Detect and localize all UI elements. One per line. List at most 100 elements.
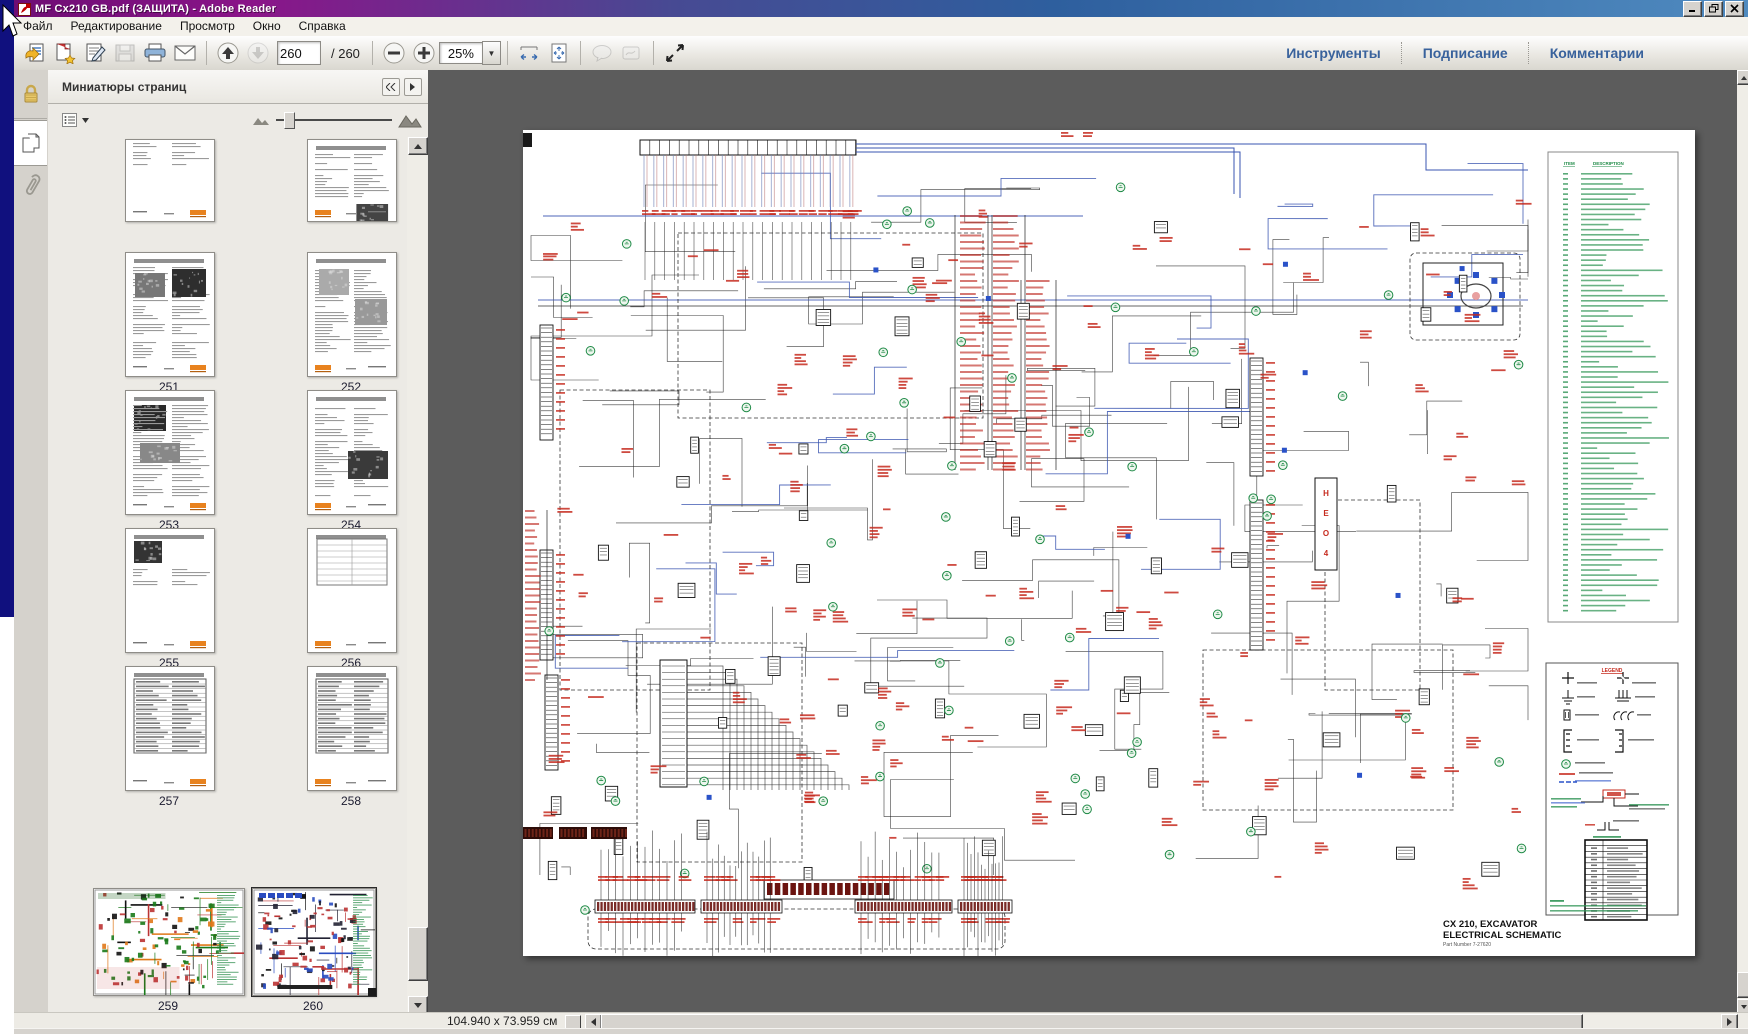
toolbar-separator (653, 41, 654, 65)
comment-button[interactable] (587, 39, 617, 67)
thumbnail-preview (308, 253, 396, 376)
thumbnail-preview (308, 391, 396, 514)
document-vertical-scrollbar[interactable] (1737, 70, 1748, 1012)
close-button[interactable] (1725, 1, 1744, 17)
next-page-button[interactable] (243, 39, 273, 67)
thumbnail-page-252[interactable] (307, 252, 397, 377)
restore-icon (1709, 4, 1719, 13)
small-thumbnails-icon[interactable] (252, 115, 270, 126)
collapse-panel-button[interactable] (382, 78, 400, 96)
menu-help[interactable]: Справка (290, 17, 355, 36)
thumbnail-preview (126, 140, 214, 221)
scroll-thumb[interactable] (408, 927, 428, 981)
toolbar-panes: Инструменты Подписание Комментарии (1266, 36, 1748, 70)
svg-text:LEGEND: LEGEND (1602, 668, 1623, 674)
large-thumbnails-icon[interactable] (398, 113, 422, 128)
print-button[interactable] (140, 39, 170, 67)
restore-button[interactable] (1704, 1, 1723, 17)
thumbnail-options-button[interactable] (60, 110, 90, 130)
chevron-down-icon (82, 118, 89, 123)
scroll-up-button[interactable] (408, 137, 428, 155)
open-button[interactable] (20, 39, 50, 67)
previous-page-button[interactable] (213, 39, 243, 67)
arrow-down-icon (1741, 1005, 1747, 1009)
fullscreen-arrows-icon (664, 42, 686, 64)
svg-text:ITEM: ITEM (1564, 161, 1575, 166)
svg-text:E: E (1323, 509, 1329, 518)
thumbnail-preview (308, 667, 396, 790)
menu-window[interactable]: Окно (244, 17, 290, 36)
current-page-handle (368, 988, 376, 996)
slider-thumb[interactable] (284, 112, 295, 129)
toolbar-separator (372, 41, 373, 65)
thumbnail-page-253[interactable] (125, 390, 215, 515)
splitter-grip[interactable] (565, 1015, 581, 1029)
signature-button[interactable] (617, 39, 647, 67)
thumbnail-page-254[interactable] (307, 390, 397, 515)
thumbnail-page-number: 259 (83, 999, 253, 1012)
document-horizontal-scrollbar[interactable] (585, 1013, 1737, 1029)
sign-pane-button[interactable]: Подписание (1403, 36, 1528, 70)
email-button[interactable] (170, 39, 200, 67)
comment-pane-button[interactable]: Комментарии (1530, 36, 1664, 70)
thumbnail-page-257[interactable] (125, 666, 215, 791)
save-button[interactable] (110, 39, 140, 67)
document-size-label: 104.940 x 73.959 см (447, 1014, 557, 1028)
thumbnail-size-slider[interactable] (276, 112, 392, 128)
open-file-icon (23, 42, 47, 64)
attachments-tab[interactable] (14, 166, 47, 208)
mouse-cursor (1, 4, 23, 40)
arrow-up-icon (414, 144, 422, 149)
svg-text:O: O (1323, 529, 1329, 538)
arrow-right-icon (1727, 1018, 1732, 1026)
page-thumbnails-icon (21, 132, 41, 154)
panel-header: Миниатюры страниц (48, 70, 428, 104)
zoom-in-button[interactable] (409, 39, 439, 67)
menu-edit[interactable]: Редактирование (62, 17, 171, 36)
thumbnail-page-number: 258 (297, 794, 405, 808)
minimize-icon (1688, 4, 1697, 13)
menu-view[interactable]: Просмотр (171, 17, 244, 36)
svg-text:4: 4 (1324, 549, 1329, 558)
fullscreen-button[interactable] (660, 39, 690, 67)
zoom-out-button[interactable] (379, 39, 409, 67)
thumbnail-page-249[interactable] (125, 139, 215, 222)
toolbar-separator (206, 41, 207, 65)
thumbnail-page-256[interactable] (307, 528, 397, 653)
thumbnail-page-259[interactable] (93, 888, 245, 996)
scroll-thumb[interactable] (1737, 972, 1748, 998)
scroll-up-button[interactable] (1737, 70, 1748, 85)
page-number-input[interactable] (277, 41, 321, 65)
panel-title: Миниатюры страниц (48, 80, 186, 94)
arrow-left-icon (591, 1018, 596, 1026)
toolbar-separator (507, 41, 508, 65)
thumbnails-scrollbar[interactable] (407, 137, 427, 1012)
status-bar: 104.940 x 73.959 см (14, 1012, 1748, 1029)
pdf-page-260[interactable]: HEO4ITEMDESCRIPTIONLEGENDCX 210, EXCAVAT… (523, 130, 1695, 956)
create-pdf-button[interactable] (50, 39, 80, 67)
right-arrow-icon (409, 83, 417, 91)
thumbnail-page-251[interactable] (125, 252, 215, 377)
thumbnail-page-250[interactable] (307, 139, 397, 222)
zoom-dropdown-button[interactable]: ▼ (482, 41, 501, 65)
panel-options-button[interactable] (404, 78, 422, 96)
svg-text:H: H (1323, 489, 1329, 498)
thumbnail-page-258[interactable] (307, 666, 397, 791)
fit-page-button[interactable] (544, 39, 574, 67)
thumbnail-page-255[interactable] (125, 528, 215, 653)
toolbar-separator (580, 41, 581, 65)
zoom-level-value[interactable]: 25% (439, 42, 482, 64)
sign-button[interactable] (80, 39, 110, 67)
thumbnail-page-260[interactable] (252, 888, 376, 996)
thumbnail-page-number: 260 (242, 999, 384, 1012)
fit-width-button[interactable] (514, 39, 544, 67)
tools-pane-button[interactable]: Инструменты (1266, 36, 1401, 70)
close-icon (1730, 4, 1739, 13)
svg-text:CX 210, EXCAVATOR: CX 210, EXCAVATOR (1443, 919, 1537, 930)
page-thumbnails-tab[interactable] (14, 120, 47, 166)
window-bottom-frame (14, 1028, 1748, 1034)
document-view: HEO4ITEMDESCRIPTIONLEGENDCX 210, EXCAVAT… (428, 70, 1737, 1012)
page-total-label: / 260 (331, 46, 360, 61)
minimize-button[interactable] (1683, 1, 1702, 17)
double-left-arrow-icon (386, 83, 396, 91)
